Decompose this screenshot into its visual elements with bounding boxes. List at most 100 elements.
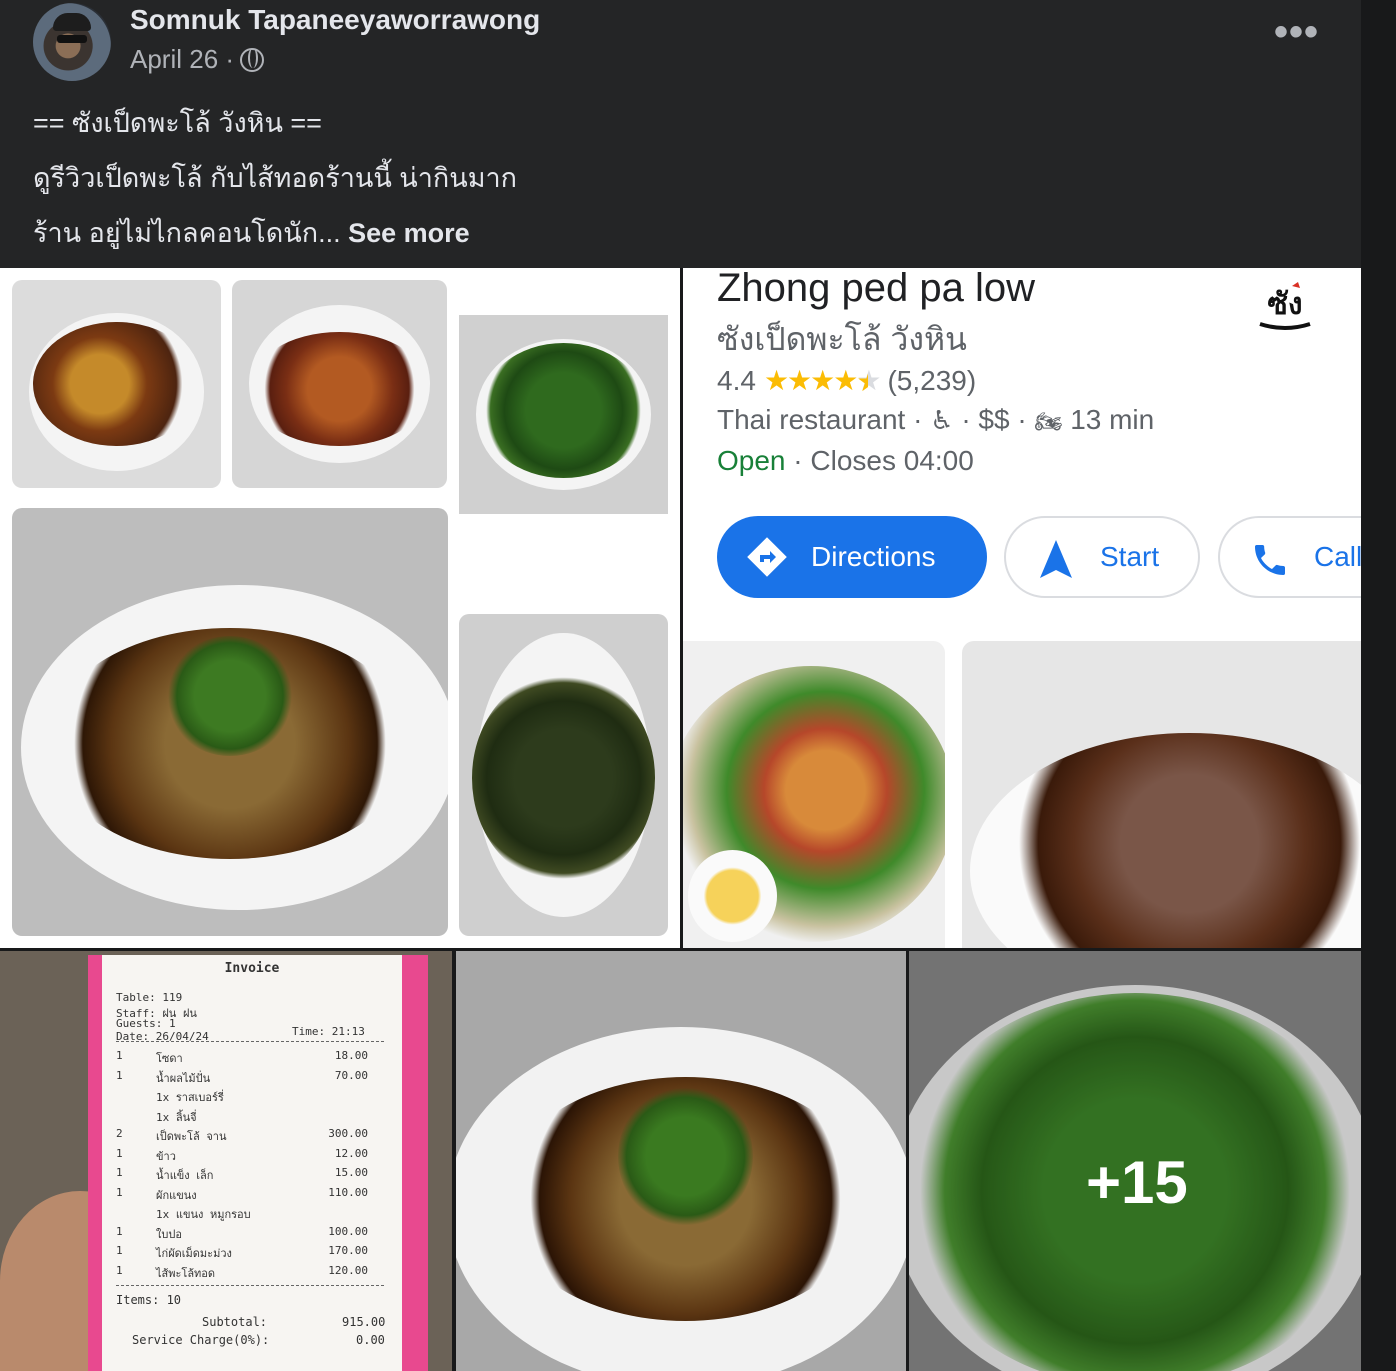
receipt-item-name: ไส้พะโล้ทอด (156, 1266, 216, 1280)
receipt-item-row: 1 ผักแขนง 110.00 (116, 1186, 384, 1206)
receipt-subtotal: 915.00 (342, 1315, 386, 1329)
rating-row: 4.4 ★★★★★★ (5,239) (717, 364, 976, 398)
phone-icon (1255, 545, 1285, 575)
receipt-item-name: น้ำแข็ง เล็ก (156, 1169, 214, 1182)
receipt-item-qty: 1 (116, 1146, 123, 1160)
start-button[interactable]: Start (1004, 516, 1200, 598)
receipt-item-price: 120.00 (328, 1263, 368, 1277)
see-more-link[interactable]: See more (348, 218, 470, 248)
receipt-service-label: Service Charge(0%): (132, 1333, 270, 1347)
receipt-item-row: 1x แขนง หมูกรอบ (116, 1205, 384, 1225)
navigation-arrow-icon (1040, 540, 1072, 578)
receipt-item-row: 1 ข้าว 12.00 (116, 1147, 384, 1167)
place-info-row: Thai restaurant · ♿ · $$ · 🏍 13 min (717, 404, 1155, 435)
receipt-item-name: 1x ราสเบอร์รี่ (156, 1091, 224, 1104)
post-meta: April 26 · (130, 44, 265, 75)
receipt-item-price: 170.00 (328, 1244, 368, 1257)
motorcycle-icon: 🏍 (1034, 409, 1063, 434)
receipt-item-price: 110.00 (328, 1185, 368, 1199)
receipt-item-row: 1 น้ำผลไม้ปั่น 70.00 (116, 1069, 384, 1089)
receipt-item-price: 70.00 (334, 1068, 368, 1082)
photo-braised-duck-1 (12, 508, 448, 936)
photo-fried-intestine-1 (12, 280, 221, 488)
receipt-guests: Guests: 1 (116, 1017, 176, 1030)
receipt-item-name: ข้าว (156, 1149, 176, 1163)
start-label: Start (1100, 541, 1160, 572)
receipt-item-qty: 1 (116, 1049, 123, 1062)
receipt-item-name: ใบปอ (156, 1227, 182, 1241)
receipt-subtotal-label: Subtotal: (202, 1315, 268, 1329)
receipt-item-row: 1 โซดา 18.00 (116, 1049, 384, 1069)
directions-icon (747, 537, 787, 577)
call-button[interactable]: Call (1218, 516, 1361, 598)
receipt-item-row: 1 ไก่ผัดเม็ดมะม่วง 170.00 (116, 1244, 384, 1264)
food-sliced-duck (969, 733, 1361, 948)
price-level: $$ (978, 404, 1010, 435)
photo-fried-intestine-2 (232, 280, 447, 488)
rating-value: 4.4 (717, 364, 756, 396)
food-fried-intestine (32, 321, 201, 447)
directions-label: Directions (811, 541, 936, 572)
receipt-service: 0.00 (356, 1333, 385, 1347)
receipt-item-name: โซดา (156, 1052, 183, 1065)
star-rating-icon: ★★★★★★ (763, 365, 882, 397)
receipt-item-qty: 1 (116, 1185, 123, 1199)
avatar-sunglasses (57, 35, 87, 43)
open-status-row: Open · Closes 04:00 (717, 445, 974, 476)
receipt-item-name: 1x แขนง หมูกรอบ (156, 1208, 251, 1221)
author-avatar[interactable] (33, 3, 111, 81)
receipt-items: 1 โซดา 18.00 1 น้ำผลไม้ปั่น 70.00 1x ราสเบอร์ร… (116, 1049, 384, 1283)
receipt-divider (116, 1041, 384, 1042)
receipt-item-row: 1x ลิ้นจี่ (116, 1108, 384, 1128)
directions-button[interactable]: Directions (717, 516, 987, 598)
photo-braised-duck-2[interactable] (456, 951, 906, 1371)
more-options-button[interactable]: ••• (1274, 12, 1319, 52)
review-count[interactable]: (5,239) (887, 365, 976, 397)
maps-photo-salad[interactable] (683, 641, 945, 948)
closing-time: Closes 04:00 (810, 445, 974, 476)
author-name[interactable]: Somnuk Tapaneeyaworrawong (130, 4, 540, 36)
receipt-item-name: 1x ลิ้นจี่ (156, 1110, 197, 1124)
receipt-time: Time: 21:13 (292, 1025, 365, 1038)
place-category: Thai restaurant (717, 404, 906, 435)
receipt-item-row: 1 ใบปอ 100.00 (116, 1225, 384, 1245)
receipt-item-row: 2 เป็ดพะโล้ จาน 300.00 (116, 1127, 384, 1147)
receipt-item-name: ไก่ผัดเม็ดมะม่วง (156, 1247, 232, 1260)
food-fried-pork (249, 332, 430, 447)
receipt-item-qty: 2 (116, 1127, 123, 1140)
receipt-item-qty: 1 (116, 1244, 123, 1257)
receipt-item-price: 18.00 (334, 1049, 368, 1062)
call-label: Call (1314, 541, 1361, 572)
photo-collage[interactable] (0, 268, 680, 948)
receipt-border: Invoice Table: 119 Staff: ฝน ฝน Guests: … (88, 955, 428, 1371)
food-coriander (618, 1085, 753, 1229)
food-coriander (164, 636, 296, 757)
avatar-cap (53, 13, 91, 31)
travel-time: 13 min (1070, 404, 1155, 435)
post-text-line-3: ร้าน อยู่ไม่ไกลคอนโดนัก... See more (33, 211, 470, 254)
place-title: Zhong ped pa low (717, 266, 1036, 310)
food-boiled-egg (688, 849, 778, 942)
more-photos-count[interactable]: +15 (1086, 1148, 1188, 1217)
receipt-item-name: น้ำผลไม้ปั่น (156, 1071, 211, 1085)
receipt-item-price: 300.00 (328, 1127, 368, 1140)
receipt-item-name: ผักแขนง (156, 1188, 197, 1202)
restaurant-logo: ซัง (1259, 282, 1311, 330)
open-status: Open (717, 445, 786, 476)
post-text-line-1: == ซังเป็ดพะโล้ วังหิน == (33, 108, 322, 138)
food-fried-leaves (471, 671, 656, 885)
place-subtitle: ซังเป็ดพะโล้ วังหิน (717, 321, 967, 357)
receipt-item-row: 1 น้ำแข็ง เล็ก 15.00 (116, 1166, 384, 1186)
receipt-items-count: Items: 10 (116, 1293, 182, 1307)
receipt-item-price: 100.00 (328, 1224, 368, 1238)
maps-photo-duck[interactable] (962, 641, 1361, 948)
receipt-divider (116, 1285, 384, 1286)
receipt-item-name: เป็ดพะโล้ จาน (156, 1130, 227, 1143)
photo-greens-1 (459, 315, 668, 514)
food-stir-fried-greens (479, 342, 648, 479)
post-date[interactable]: April 26 · (130, 44, 234, 75)
page-right-gutter (1361, 0, 1396, 1371)
receipt-table: Table: 119 (116, 991, 183, 1004)
receipt-item-qty: 1 (116, 1263, 123, 1277)
receipt-item-row: 1 ไส้พะโล้ทอด 120.00 (116, 1264, 384, 1284)
